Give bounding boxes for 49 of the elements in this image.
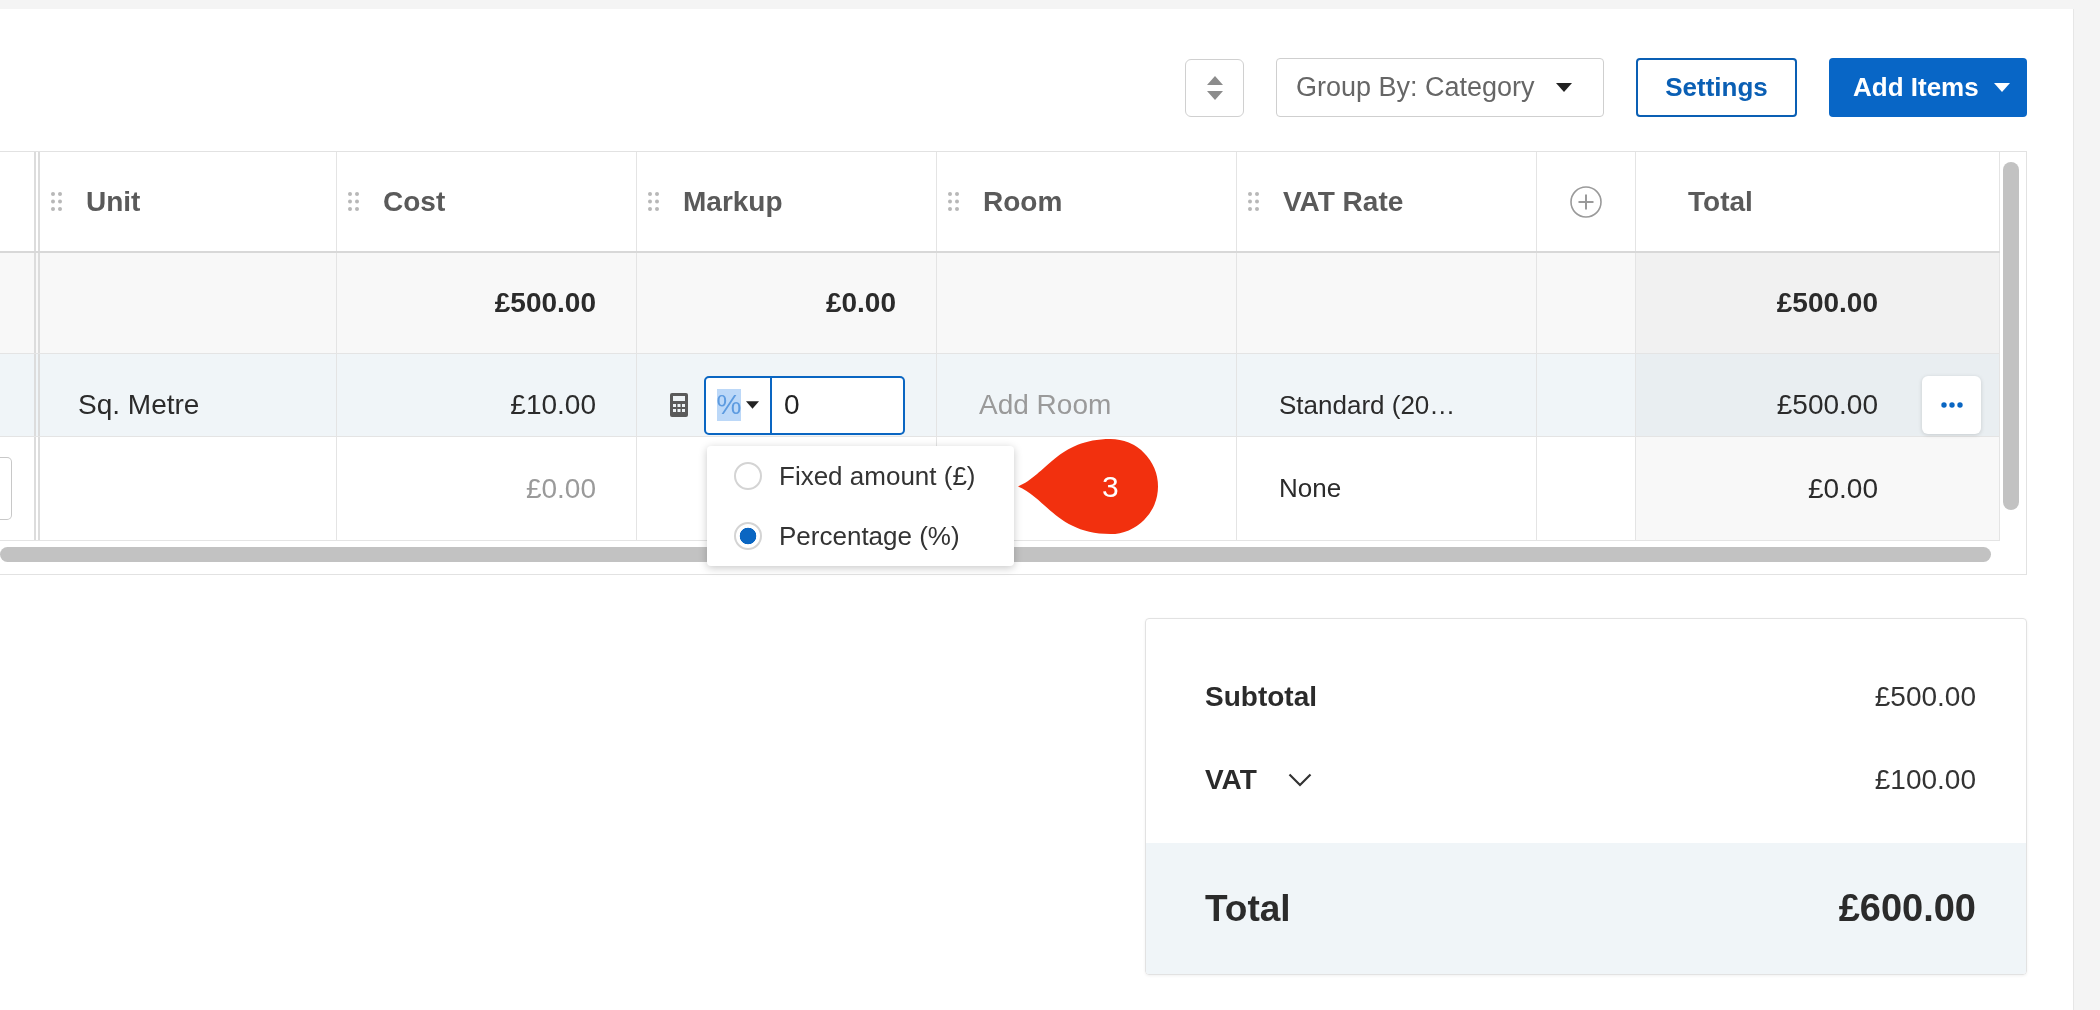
- room-field[interactable]: Add Room: [979, 389, 1129, 421]
- table-cell: £10.00: [337, 354, 637, 436]
- step-badge: 3: [1018, 439, 1158, 534]
- vertical-scrollbar[interactable]: [2003, 162, 2019, 510]
- add-items-button[interactable]: Add Items: [1829, 58, 2027, 117]
- chevron-down-icon[interactable]: [1287, 773, 1312, 787]
- sort-button[interactable]: [1185, 58, 1244, 117]
- amount-text: £0.00: [1807, 472, 1878, 505]
- markup-input[interactable]: 0: [772, 375, 905, 435]
- caret-icon: [1556, 83, 1572, 92]
- table-cell: Standard (20…: [1237, 354, 1537, 436]
- input-field[interactable]: [0, 457, 12, 520]
- more-icon: [1940, 402, 1963, 408]
- settings-button[interactable]: Settings: [1636, 58, 1797, 117]
- drag-handle-icon[interactable]: [51, 192, 62, 211]
- sort-icon: [1206, 75, 1223, 100]
- table-cell: £500.00: [337, 253, 637, 353]
- table-cell: None: [1237, 437, 1537, 540]
- drag-handle-icon[interactable]: [948, 192, 959, 211]
- table-cell: Sq. Metre: [40, 354, 337, 436]
- column-header: VAT Rate: [1283, 185, 1404, 218]
- amount-text: £500.00: [1776, 287, 1878, 319]
- table-row[interactable]: Sq. Metre £10.00 % 0 Add Room Standard (20… £500.00: [0, 354, 2000, 437]
- more-button[interactable]: [1922, 376, 1981, 434]
- summary-value: £100.00: [1874, 764, 1976, 796]
- amount-text: £500.00: [1776, 389, 1878, 421]
- summary-label: VAT: [1205, 764, 1257, 796]
- total-label: Total: [1205, 887, 1291, 930]
- column-header: Cost: [383, 185, 446, 218]
- table-cell: £0.00: [637, 253, 937, 353]
- column-header: Markup: [683, 185, 783, 218]
- caret-icon: [746, 401, 760, 409]
- group-by-dropdown[interactable]: Group By: Category: [1276, 58, 1604, 117]
- drag-handle-icon[interactable]: [648, 192, 659, 211]
- menu-option[interactable]: Percentage (%): [707, 506, 1014, 566]
- drag-handle-icon[interactable]: [1248, 192, 1259, 211]
- summary-value: £500.00: [1874, 681, 1976, 713]
- total-value: £600.00: [1838, 887, 1976, 930]
- cost-field[interactable]: £0.00: [496, 472, 596, 505]
- radio-button[interactable]: [734, 462, 762, 490]
- column-header: Unit: [86, 185, 141, 218]
- calculator-icon[interactable]: [670, 393, 688, 417]
- add-column-icon[interactable]: [1570, 185, 1602, 218]
- column-header: Room: [983, 185, 1063, 218]
- menu-option[interactable]: Fixed amount (£): [707, 446, 1014, 506]
- summary-label: Subtotal: [1205, 681, 1317, 713]
- column-header: Total: [1688, 185, 1753, 218]
- drag-handle-icon[interactable]: [348, 192, 359, 211]
- radio-button[interactable]: [734, 522, 762, 550]
